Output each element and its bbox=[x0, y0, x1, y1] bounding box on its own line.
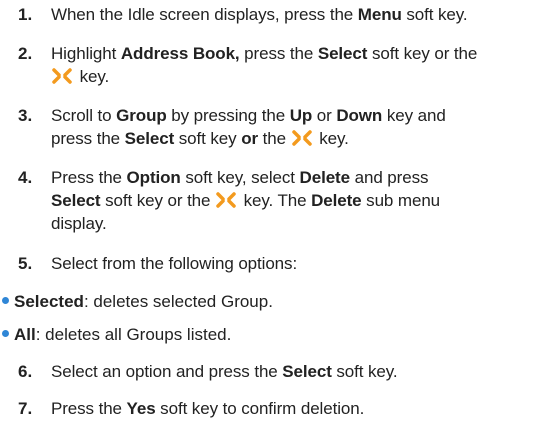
option-all: All: deletes all Groups listed. bbox=[0, 323, 545, 346]
ok-key-icon bbox=[291, 129, 313, 146]
bullet-dot bbox=[2, 330, 9, 337]
step-number: 6. bbox=[18, 362, 33, 381]
step-number: 7. bbox=[18, 399, 33, 418]
step-2: 2. Highlight Address Book, press the Sel… bbox=[0, 42, 545, 88]
step-number: 3. bbox=[18, 106, 33, 125]
ok-key-icon bbox=[215, 191, 237, 208]
step-text: When the Idle screen displays, press the… bbox=[51, 5, 468, 24]
step-text: Scroll to Group by pressing the Up or Do… bbox=[51, 106, 446, 148]
step-3: 3. Scroll to Group by pressing the Up or… bbox=[0, 104, 545, 150]
step-text: Select from the following options: bbox=[51, 254, 298, 273]
step-text: Highlight Address Book, press the Select… bbox=[51, 44, 478, 86]
step-6: 6. Select an option and press the Select… bbox=[0, 360, 545, 383]
instruction-document: 1. When the Idle screen displays, press … bbox=[0, 0, 555, 447]
step-7: 7. Press the Yes soft key to confirm del… bbox=[0, 397, 545, 420]
step-5: 5. Select from the following options: bbox=[0, 252, 545, 275]
step-number: 2. bbox=[18, 44, 33, 63]
option-selected: Selected: deletes selected Group. bbox=[0, 290, 545, 313]
step-text: Press the Yes soft key to confirm deleti… bbox=[51, 399, 365, 418]
step-number: 4. bbox=[18, 168, 33, 187]
ok-key-icon bbox=[51, 67, 73, 84]
step-number: 5. bbox=[18, 254, 33, 273]
step-number: 1. bbox=[18, 5, 33, 24]
step-1: 1. When the Idle screen displays, press … bbox=[0, 3, 545, 26]
bullet-dot bbox=[2, 297, 9, 304]
step-text: Select an option and press the Select so… bbox=[51, 362, 398, 381]
step-text: Press the Option soft key, select Delete… bbox=[51, 168, 441, 233]
option-text: Selected: deletes selected Group. bbox=[14, 292, 273, 311]
step-4: 4. Press the Option soft key, select Del… bbox=[0, 166, 545, 235]
option-text: All: deletes all Groups listed. bbox=[14, 325, 232, 344]
